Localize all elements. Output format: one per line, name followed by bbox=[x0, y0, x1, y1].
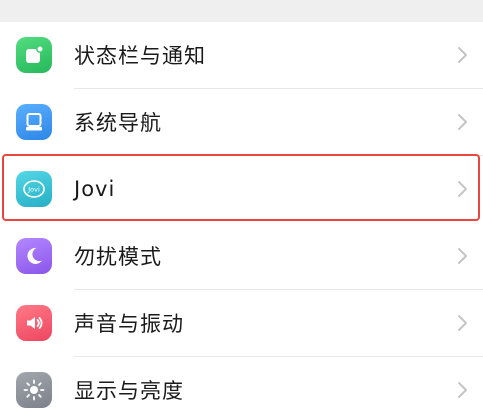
settings-item-do-not-disturb[interactable]: 勿扰模式 bbox=[0, 223, 483, 289]
settings-item-label: 勿扰模式 bbox=[74, 245, 162, 269]
settings-item-label: 状态栏与通知 bbox=[74, 44, 206, 68]
chevron-right-icon bbox=[458, 114, 467, 130]
chevron-right-icon bbox=[458, 315, 467, 331]
status-bar-notification-icon bbox=[16, 37, 52, 73]
jovi-icon-text: Jovi bbox=[27, 186, 40, 194]
settings-screen: 状态栏与通知 系统导航 Jovi Jovi 勿扰模式 声音与振动 显示与亮度 bbox=[0, 0, 483, 415]
settings-item-system-navigation[interactable]: 系统导航 bbox=[0, 89, 483, 155]
settings-item-status-bar-notification[interactable]: 状态栏与通知 bbox=[0, 22, 483, 88]
jovi-icon: Jovi bbox=[16, 171, 52, 207]
chevron-right-icon bbox=[458, 248, 467, 264]
settings-item-sound-vibration[interactable]: 声音与振动 bbox=[0, 290, 483, 356]
settings-item-jovi[interactable]: Jovi Jovi bbox=[0, 156, 483, 222]
settings-item-label: 显示与亮度 bbox=[74, 379, 184, 403]
chevron-right-icon bbox=[458, 47, 467, 63]
chevron-right-icon bbox=[458, 181, 467, 197]
settings-item-label: 声音与振动 bbox=[74, 312, 184, 336]
system-navigation-icon bbox=[16, 104, 52, 140]
settings-item-label: Jovi bbox=[74, 177, 116, 201]
settings-list: 状态栏与通知 系统导航 Jovi Jovi 勿扰模式 声音与振动 显示与亮度 bbox=[0, 22, 483, 415]
settings-item-display-brightness[interactable]: 显示与亮度 bbox=[0, 357, 483, 415]
display-brightness-icon bbox=[16, 372, 52, 408]
top-strip bbox=[0, 0, 483, 22]
sound-vibration-icon bbox=[16, 305, 52, 341]
do-not-disturb-icon bbox=[16, 238, 52, 274]
chevron-right-icon bbox=[458, 382, 467, 398]
settings-item-label: 系统导航 bbox=[74, 111, 162, 135]
